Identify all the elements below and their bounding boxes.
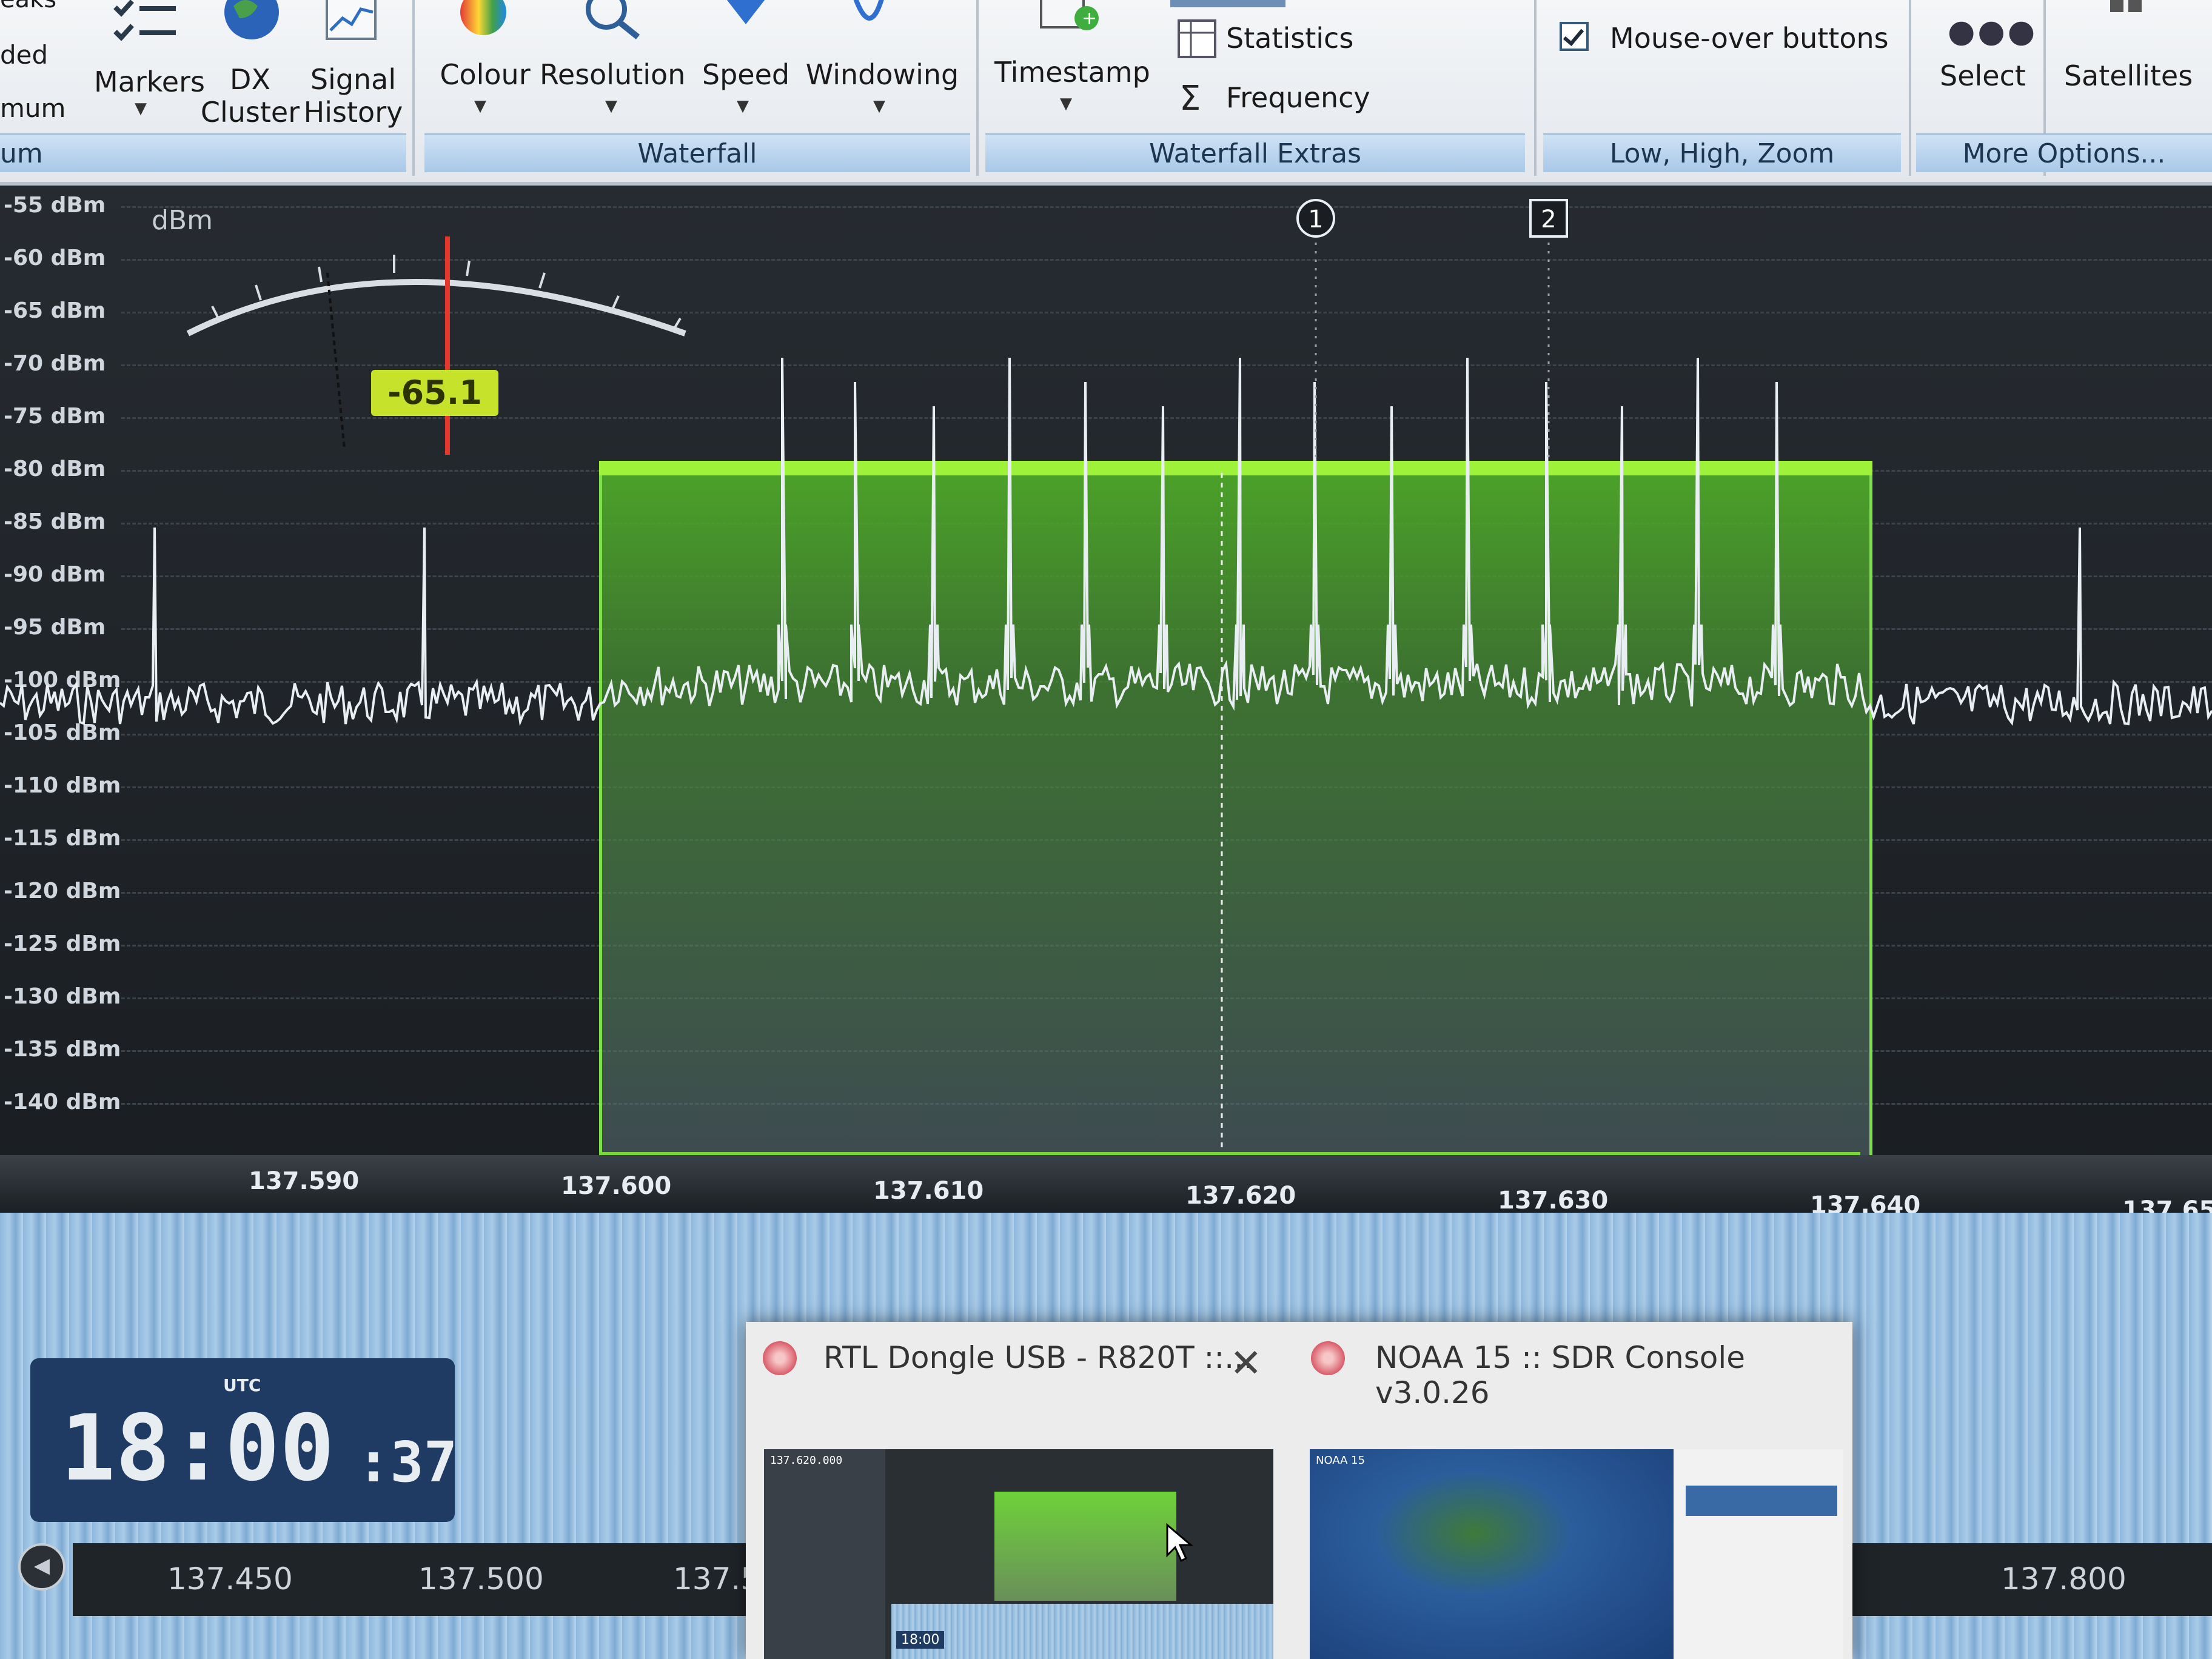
spectrum-line: [0, 357, 2212, 726]
clock-seconds: :37: [357, 1430, 458, 1495]
thumb-world-map: [1310, 1449, 1674, 1659]
sdr-app-icon: [1311, 1341, 1345, 1375]
thumb-sidebar: [764, 1449, 885, 1659]
frequency-label: 137.610: [873, 1177, 984, 1205]
marker-1[interactable]: 1: [1296, 199, 1335, 238]
mouse-cursor-icon: [1166, 1523, 1194, 1563]
clock-zone-label: UTC: [223, 1375, 261, 1395]
preview-title-rtl-dongle[interactable]: RTL Dongle USB - R820T ::...: [823, 1340, 1253, 1375]
sdr-app-icon: [763, 1341, 797, 1375]
marker-2[interactable]: 2: [1529, 199, 1568, 238]
close-icon[interactable]: ✕: [1230, 1341, 1262, 1386]
thumb-waterfall: [891, 1604, 1273, 1659]
thumb-map-label: NOAA 15: [1316, 1454, 1366, 1467]
wf-label-137500: 137.500: [418, 1561, 544, 1597]
thumb-passband: [994, 1492, 1176, 1601]
frequency-label: 137.600: [561, 1172, 672, 1200]
thumb-side-panel: [1686, 1486, 1837, 1516]
taskbar-preview-popup: RTL Dongle USB - R820T ::... NOAA 15 :: …: [746, 1322, 1852, 1659]
frequency-label: 137.590: [249, 1167, 360, 1195]
preview-thumbnail-rtl-dongle[interactable]: 137.620.000 18:00: [764, 1449, 1273, 1659]
utc-clock: UTC 18:00 :37: [30, 1358, 458, 1522]
thumb-clock: 18:00: [896, 1631, 945, 1649]
preview-thumbnail-noaa15[interactable]: NOAA 15: [1310, 1449, 1843, 1659]
rewind-icon[interactable]: ◀: [18, 1543, 65, 1590]
wf-label-137800: 137.800: [2001, 1561, 2127, 1597]
frequency-label: 137.620: [1185, 1182, 1296, 1210]
spectrum-trace: [0, 243, 2212, 1152]
preview-title-noaa15[interactable]: NOAA 15 :: SDR Console v3.0.26: [1375, 1340, 1852, 1410]
thumb-freq-readout: 137.620.000: [770, 1454, 843, 1467]
clock-hours-minutes: 18:00: [61, 1396, 335, 1501]
frequency-label: 137.630: [1498, 1187, 1609, 1215]
wf-label-137450: 137.450: [167, 1561, 293, 1597]
